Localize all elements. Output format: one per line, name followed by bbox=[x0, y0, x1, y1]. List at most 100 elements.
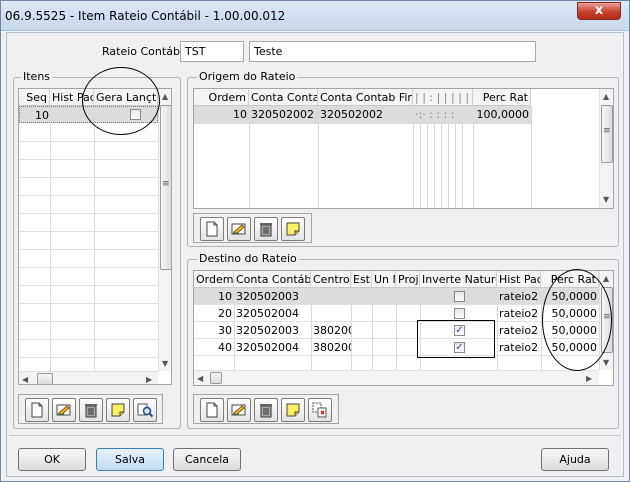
cancela-button[interactable]: Cancela bbox=[173, 448, 241, 471]
edit-button[interactable] bbox=[227, 398, 251, 422]
new-button[interactable] bbox=[200, 398, 224, 422]
itens-hscrollbar[interactable]: ◀ ▶ bbox=[19, 371, 158, 384]
scroll-left-icon[interactable]: ◀ bbox=[22, 375, 28, 384]
destino-ordem-cell: 10 bbox=[218, 290, 232, 303]
origem-ordem-cell: 10 bbox=[233, 108, 247, 121]
col-header-collapsed[interactable]: | | : | | | | | | bbox=[413, 89, 473, 106]
table-row[interactable]: 10 bbox=[19, 106, 158, 123]
destino-conta-cell: 320502004 bbox=[236, 307, 299, 320]
col-header-centro[interactable]: Centro bbox=[311, 271, 351, 288]
table-row[interactable]: 40 320502004 380200 ✓ rateio2 50,0000 bbox=[194, 339, 599, 356]
ok-button[interactable]: OK bbox=[18, 448, 86, 471]
origem-grid[interactable]: Ordem Conta Contab Conta Contab Final | … bbox=[193, 88, 614, 209]
delete-button[interactable] bbox=[254, 217, 278, 241]
origem-perc-cell: 100,0000 bbox=[476, 108, 530, 121]
copy-button[interactable] bbox=[308, 398, 332, 422]
col-header-perc-rat[interactable]: Perc Rat bbox=[541, 271, 599, 288]
destino-conta-cell: 320502003 bbox=[236, 290, 299, 303]
grip-icon: ≡ bbox=[603, 126, 611, 136]
delete-button[interactable] bbox=[254, 398, 278, 422]
scroll-thumb[interactable] bbox=[210, 372, 222, 384]
scroll-thumb[interactable] bbox=[37, 373, 53, 384]
col-header-est[interactable]: Est bbox=[351, 271, 372, 288]
delete-icon bbox=[260, 404, 272, 418]
scroll-down-icon[interactable]: ▼ bbox=[603, 195, 609, 204]
scroll-down-icon[interactable]: ▼ bbox=[162, 359, 168, 368]
dialog-body: Rateio Contábil: TST Teste Itens Seq His… bbox=[6, 32, 624, 477]
destino-hist-cell: rateio2 bbox=[499, 324, 539, 337]
col-header-hist-pad[interactable]: Hist Pad bbox=[497, 271, 541, 288]
note-button[interactable] bbox=[106, 398, 130, 422]
table-row[interactable]: 10 320502002 320502002 ·:· : : : : 100,0… bbox=[194, 106, 531, 124]
col-header-inverte-natureza[interactable]: Inverte Nature: bbox=[420, 271, 497, 288]
scroll-up-icon[interactable]: ▲ bbox=[603, 92, 609, 101]
search-icon bbox=[137, 403, 153, 418]
col-header-conta-contab-final[interactable]: Conta Contab Final bbox=[318, 89, 413, 106]
itens-seq-cell: 10 bbox=[35, 109, 49, 122]
destino-hscrollbar[interactable]: ◀ ▶ bbox=[194, 370, 599, 385]
table-row[interactable]: 30 320502003 380200 ✓ rateio2 50,0000 bbox=[194, 322, 599, 339]
col-header-ordem[interactable]: Ordem bbox=[194, 271, 234, 288]
note-icon bbox=[286, 403, 300, 417]
table-row[interactable]: 10 320502003 rateio2 50,0000 bbox=[194, 288, 599, 305]
scroll-up-icon[interactable]: ▲ bbox=[603, 274, 609, 283]
note-icon bbox=[286, 222, 300, 236]
destino-vscrollbar[interactable]: ▲ ≡ ▼ bbox=[599, 271, 613, 370]
destino-hist-cell: rateio2 bbox=[499, 290, 539, 303]
ajuda-button[interactable]: Ajuda bbox=[541, 448, 609, 471]
close-button[interactable]: x bbox=[577, 2, 621, 20]
itens-vscrollbar[interactable]: ▲ ≡ ▼ bbox=[158, 89, 171, 371]
copy-icon bbox=[312, 402, 327, 418]
rateio-code-field[interactable]: TST bbox=[180, 41, 244, 62]
new-icon bbox=[31, 402, 43, 418]
new-icon bbox=[206, 402, 218, 418]
destino-grid[interactable]: Ordem Conta Contábil Centro Est Un N Pro… bbox=[193, 270, 614, 386]
col-header-ordem[interactable]: Ordem bbox=[194, 89, 249, 106]
delete-button[interactable] bbox=[79, 398, 103, 422]
edit-button[interactable] bbox=[52, 398, 76, 422]
note-button[interactable] bbox=[281, 217, 305, 241]
col-header-proj[interactable]: Proj bbox=[396, 271, 420, 288]
col-header-conta-contab[interactable]: Conta Contab bbox=[249, 89, 318, 106]
scroll-left-icon[interactable]: ◀ bbox=[197, 374, 203, 383]
salva-button[interactable]: Salva bbox=[96, 448, 164, 471]
itens-legend: Itens bbox=[21, 70, 53, 83]
delete-icon bbox=[85, 404, 97, 418]
note-button[interactable] bbox=[281, 398, 305, 422]
destino-perc-cell: 50,0000 bbox=[551, 290, 598, 303]
edit-icon bbox=[231, 223, 246, 235]
table-row[interactable]: 20 320502004 rateio2 50,0000 bbox=[194, 305, 599, 322]
origem-collapsed-cells: ·:· : : : : bbox=[415, 108, 455, 121]
origem-vscrollbar[interactable]: ▲ ≡ ▼ bbox=[599, 89, 613, 208]
col-header-hist-pad[interactable]: Hist Pad bbox=[50, 89, 94, 106]
scroll-right-icon[interactable]: ▶ bbox=[586, 374, 592, 383]
col-header-perc-rat[interactable]: Perc Rat bbox=[473, 89, 531, 106]
dialog-window: 06.9.5525 - Item Rateio Contábil - 1.00.… bbox=[0, 0, 630, 482]
new-button[interactable] bbox=[200, 217, 224, 241]
destino-perc-cell: 50,0000 bbox=[551, 324, 598, 337]
new-icon bbox=[206, 221, 218, 237]
inverte-natureza-checkbox[interactable] bbox=[454, 308, 465, 319]
gera-lancto-checkbox[interactable] bbox=[130, 109, 141, 120]
destino-ordem-cell: 30 bbox=[218, 324, 232, 337]
inverte-natureza-checkbox[interactable]: ✓ bbox=[454, 342, 465, 353]
scroll-right-icon[interactable]: ▶ bbox=[146, 375, 152, 384]
search-button[interactable] bbox=[133, 398, 157, 422]
col-header-un-n[interactable]: Un N bbox=[372, 271, 396, 288]
col-header-seq[interactable]: Seq bbox=[19, 89, 50, 106]
col-header-gera-lancto[interactable]: Gera Lançto bbox=[94, 89, 158, 106]
inverte-natureza-checkbox[interactable] bbox=[454, 291, 465, 302]
col-header-conta-contabil[interactable]: Conta Contábil bbox=[234, 271, 311, 288]
itens-grid[interactable]: Seq Hist Pad Gera Lançto 10 ▲ ≡ ▼ ◀ ▶ bbox=[18, 88, 172, 385]
origem-conta-final-cell: 320502002 bbox=[320, 108, 383, 121]
scroll-down-icon[interactable]: ▼ bbox=[603, 358, 609, 367]
edit-button[interactable] bbox=[227, 217, 251, 241]
scroll-up-icon[interactable]: ▲ bbox=[162, 92, 168, 101]
title-bar[interactable]: 06.9.5525 - Item Rateio Contábil - 1.00.… bbox=[1, 1, 629, 31]
rateio-desc-field[interactable]: Teste bbox=[249, 41, 536, 62]
destino-toolbar bbox=[193, 394, 339, 424]
new-button[interactable] bbox=[25, 398, 49, 422]
destino-centro-cell: 380200 bbox=[313, 324, 351, 337]
inverte-natureza-checkbox[interactable]: ✓ bbox=[454, 325, 465, 336]
window-title: 06.9.5525 - Item Rateio Contábil - 1.00.… bbox=[5, 9, 286, 23]
